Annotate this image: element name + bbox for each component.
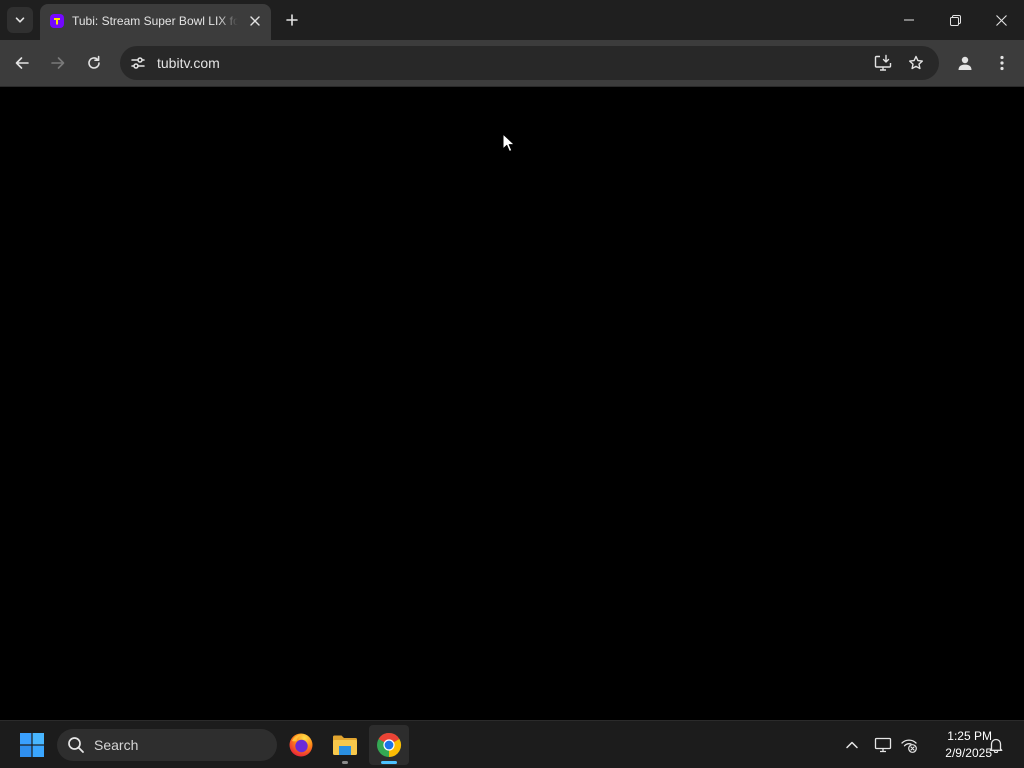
chevron-up-icon — [846, 741, 858, 749]
profile-button[interactable] — [951, 49, 979, 77]
address-bar[interactable]: tubitv.com — [120, 46, 939, 80]
active-indicator — [381, 761, 397, 764]
browser-menu-button[interactable] — [988, 49, 1016, 77]
taskbar: Search 1:25 PM 2/9/2025 — [0, 720, 1024, 768]
system-clock[interactable]: 1:25 PM 2/9/2025 — [922, 728, 992, 762]
taskbar-app-chrome[interactable] — [369, 725, 409, 765]
tubi-favicon-icon — [50, 14, 64, 28]
bell-icon — [989, 738, 1003, 753]
tab-close-button[interactable] — [246, 12, 264, 30]
firefox-icon — [289, 733, 313, 757]
minimize-icon — [904, 19, 914, 21]
restore-button[interactable] — [932, 0, 978, 40]
site-info-button[interactable] — [126, 51, 150, 75]
windows-logo-icon — [20, 733, 44, 757]
reload-icon — [88, 55, 100, 69]
tray-network-button[interactable] — [897, 733, 921, 757]
notifications-button[interactable] — [984, 733, 1008, 757]
tray-display-button[interactable] — [871, 733, 895, 757]
install-app-button[interactable] — [871, 51, 895, 75]
start-button[interactable] — [14, 727, 50, 763]
page-content[interactable] — [0, 87, 1024, 720]
close-window-button[interactable] — [978, 0, 1024, 40]
install-app-icon — [874, 54, 892, 71]
arrow-left-icon — [15, 57, 29, 69]
taskbar-app-file-explorer[interactable] — [325, 725, 365, 765]
tab-title: Tubi: Stream Super Bowl LIX for Free — [72, 14, 238, 28]
kebab-menu-icon — [1000, 55, 1004, 71]
bookmark-button[interactable] — [904, 51, 928, 75]
reload-button[interactable] — [80, 49, 108, 77]
mouse-cursor-icon — [502, 133, 515, 152]
tab-strip: Tubi: Stream Super Bowl LIX for Free — [0, 0, 1024, 40]
restore-icon — [949, 14, 961, 26]
tune-icon — [131, 57, 145, 69]
chrome-icon — [377, 732, 402, 757]
display-icon — [874, 737, 892, 753]
folder-icon — [333, 735, 357, 755]
arrow-right-icon — [51, 57, 65, 69]
taskbar-search[interactable]: Search — [57, 729, 277, 761]
clock-time: 1:25 PM — [947, 729, 992, 743]
minimize-button[interactable] — [886, 0, 932, 40]
taskbar-app-firefox[interactable] — [281, 725, 321, 765]
chevron-down-icon — [15, 17, 25, 23]
person-icon — [958, 56, 972, 70]
close-icon — [250, 16, 260, 26]
tab-search-button[interactable] — [7, 7, 33, 33]
desktop-screen: Tubi: Stream Super Bowl LIX for Free — [0, 0, 1024, 768]
running-indicator — [342, 761, 348, 764]
browser-toolbar: tubitv.com — [0, 40, 1024, 86]
star-icon — [909, 55, 923, 70]
url-text[interactable]: tubitv.com — [157, 55, 220, 71]
show-hidden-icons-button[interactable] — [840, 733, 864, 757]
plus-icon — [286, 14, 298, 26]
forward-button[interactable] — [44, 49, 72, 77]
active-tab[interactable]: Tubi: Stream Super Bowl LIX for Free — [40, 4, 271, 40]
search-icon — [68, 737, 84, 753]
close-icon — [995, 14, 1007, 26]
new-tab-button[interactable] — [280, 8, 304, 32]
network-disconnected-icon — [901, 739, 917, 753]
back-button[interactable] — [8, 49, 36, 77]
search-placeholder: Search — [94, 737, 139, 753]
clock-date: 2/9/2025 — [945, 746, 992, 760]
